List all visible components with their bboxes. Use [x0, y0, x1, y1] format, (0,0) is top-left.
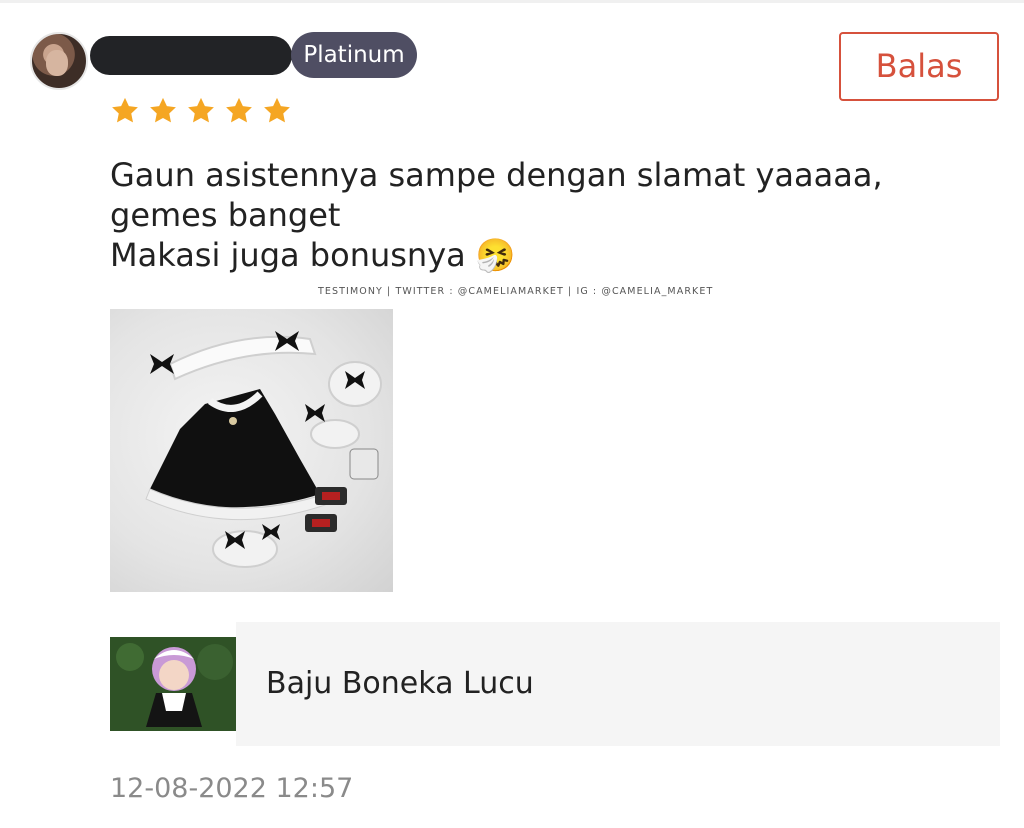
star-rating — [110, 96, 292, 126]
star-icon — [150, 97, 176, 123]
redacted-username — [90, 36, 292, 75]
review-text: Gaun asistennya sampe dengan slamat yaaa… — [110, 155, 1000, 275]
reviewer-avatar[interactable] — [30, 32, 88, 90]
tier-badge: Platinum — [291, 32, 417, 78]
review-timestamp: 12-08-2022 12:57 — [110, 773, 354, 804]
top-divider — [0, 0, 1024, 3]
review-photo[interactable] — [110, 309, 393, 592]
product-thumbnail[interactable] — [110, 637, 236, 731]
reply-button[interactable]: Balas — [839, 32, 999, 101]
watermark-text: TESTIMONY | TWITTER : @CAMELIAMARKET | I… — [318, 286, 714, 297]
doll-dress-illustration — [145, 331, 382, 568]
star-icon — [188, 97, 214, 123]
product-card[interactable]: Baju Boneka Lucu — [110, 622, 1000, 746]
avatar-face — [46, 50, 68, 76]
product-info-panel[interactable]: Baju Boneka Lucu — [236, 622, 1000, 746]
doll-thumbnail-illustration — [110, 637, 236, 731]
star-icon — [264, 97, 290, 123]
star-icon — [226, 97, 252, 123]
star-icon — [112, 97, 138, 123]
product-name[interactable]: Baju Boneka Lucu — [266, 666, 534, 702]
sneezing-face-emoji: 🤧 — [475, 236, 516, 274]
